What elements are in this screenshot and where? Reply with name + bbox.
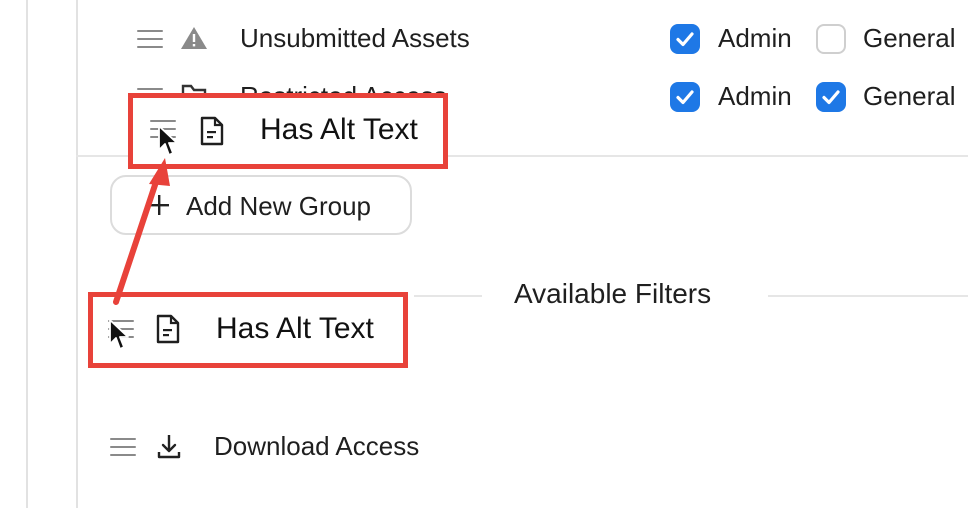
- drag-direction-arrow: [113, 158, 170, 305]
